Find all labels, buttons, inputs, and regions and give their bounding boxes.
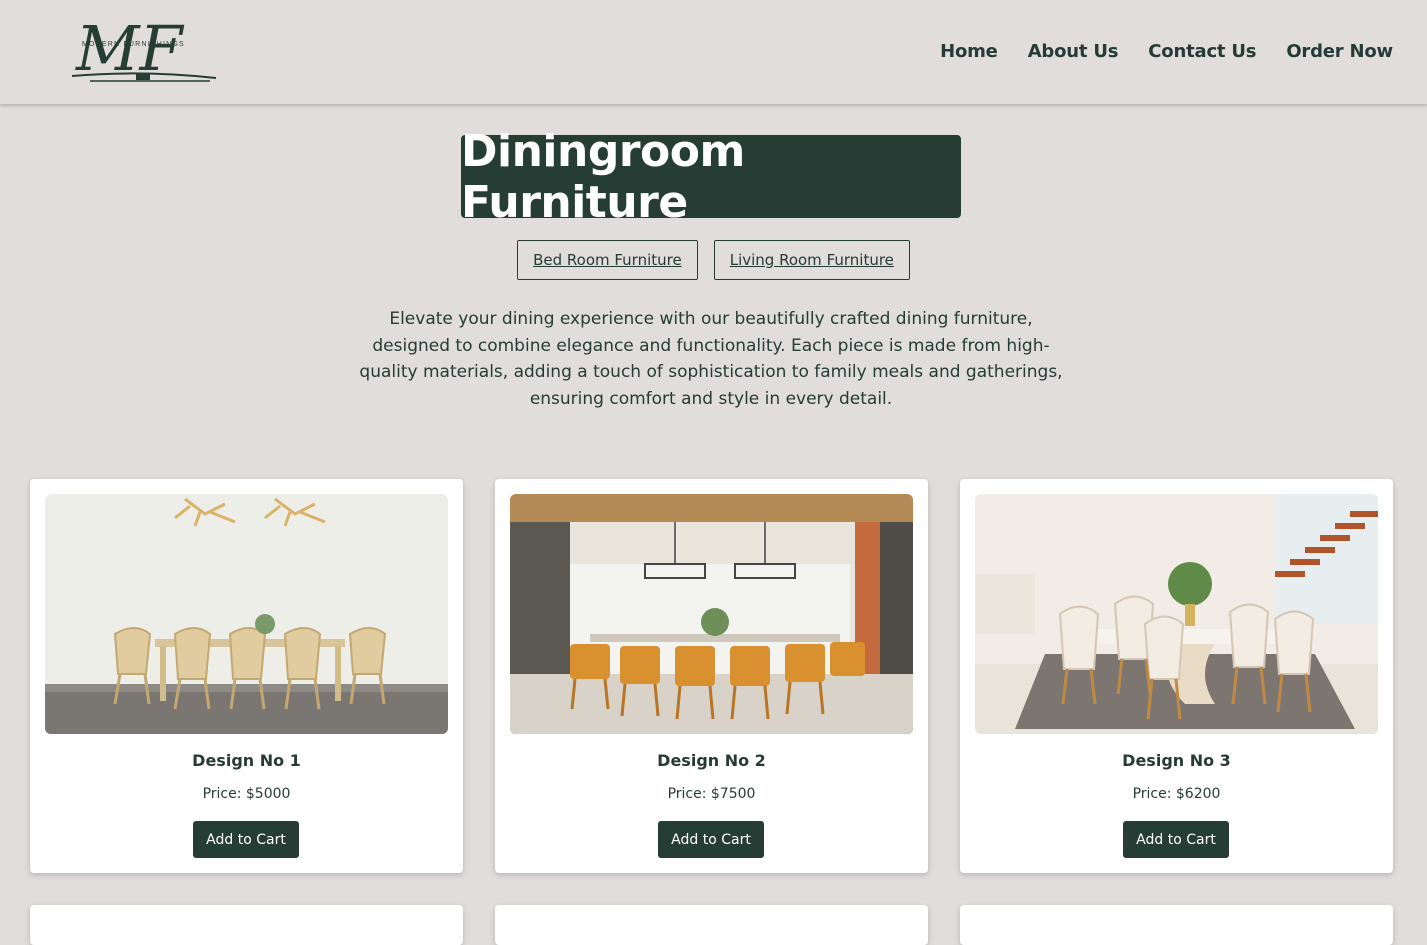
nav-home[interactable]: Home [940,40,998,64]
intro-text: Elevate your dining experience with our … [359,309,1063,409]
product-price-2: Price: $7500 [667,786,756,802]
add-to-cart-button-2[interactable]: Add to Cart [658,821,764,858]
product-name-1: Design No 1 [192,751,301,770]
product-image-3[interactable] [975,494,1378,734]
page-title-banner: Diningroom Furniture [461,126,961,228]
product-price-1: Price: $5000 [202,786,291,802]
nav-order-now[interactable]: Order Now [1286,40,1393,64]
product-image-1[interactable] [45,494,448,734]
product-price-3: Price: $6200 [1132,786,1221,802]
product-card-2: Design No 2 Price: $7500 Add to Cart [495,479,928,873]
category-links: Bed Room Furniture Living Room Furniture [0,240,1427,280]
product-card-partial [960,905,1393,945]
add-to-cart-button-3[interactable]: Add to Cart [1123,821,1229,858]
product-name-2: Design No 2 [657,751,766,770]
product-card-1: Design No 1 Price: $5000 Add to Cart [30,479,463,873]
page-title: Diningroom Furniture [461,125,745,228]
main-nav: Home About Us Contact Us Order Now [940,40,1393,64]
bedroom-furniture-link[interactable]: Bed Room Furniture [517,240,698,280]
product-image-2[interactable] [510,494,913,734]
product-card-partial [30,905,463,945]
add-to-cart-button-1[interactable]: Add to Cart [193,821,299,858]
nav-contact-us[interactable]: Contact Us [1148,40,1256,64]
product-card-3: Design No 3 Price: $6200 Add to Cart [960,479,1393,873]
logo-tagline: MODERN FURNISHINGS [82,41,185,48]
site-header: MF MODERN FURNISHINGS Home About Us Cont… [0,0,1427,104]
product-name-3: Design No 3 [1122,751,1231,770]
product-card-partial [495,905,928,945]
nav-about-us[interactable]: About Us [1028,40,1119,64]
livingroom-furniture-link[interactable]: Living Room Furniture [713,240,910,280]
brand-logo[interactable]: MF MODERN FURNISHINGS [70,12,220,92]
